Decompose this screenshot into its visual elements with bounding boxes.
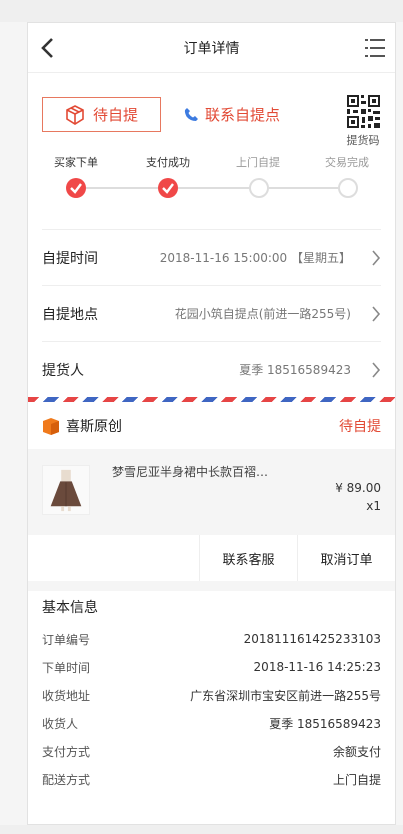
progress-step-3: 上门自提 <box>223 153 293 173</box>
check-icon <box>158 178 178 198</box>
page-bottom <box>0 825 403 834</box>
row-value: 上门自提 <box>332 772 381 787</box>
shop-name: 喜斯原创 <box>66 418 122 435</box>
row-value: 夏季 18516589423 <box>239 363 351 377</box>
top-strip <box>0 0 403 22</box>
progress-step-2: 支付成功 <box>133 153 203 173</box>
check-icon <box>66 178 86 198</box>
basic-info-title: 基本信息 <box>42 600 98 616</box>
shop-order-status: 待自提 <box>339 418 381 435</box>
order-progress: 买家下单 支付成功 上门自提 交易完成 <box>28 153 395 229</box>
order-actions: 联系客服 取消订单 <box>28 535 395 581</box>
chevron-right-icon <box>372 250 381 266</box>
pickup-time-row[interactable]: 自提时间 2018-11-16 15:00:00 【星期五】 <box>42 229 381 285</box>
contact-pickup-label: 联系自提点 <box>205 106 281 124</box>
menu-icon[interactable] <box>365 37 385 59</box>
pickup-person-row[interactable]: 提货人 夏季 18516589423 <box>42 341 381 397</box>
phone-frame: 订单详情 待自提 联系自提点 提货码 买家下单 支付成功 上门自提 交易完成 自… <box>27 22 396 825</box>
order-status-badge: 待自提 <box>42 97 161 132</box>
row-key: 提货人 <box>42 362 84 379</box>
row-key: 收货人 <box>42 716 79 731</box>
row-value: 余额支付 <box>332 744 381 759</box>
phone-icon <box>184 108 198 121</box>
cancel-order-button[interactable]: 取消订单 <box>297 535 395 581</box>
product-price: ¥ 89.00 <box>335 481 381 495</box>
payment-method-row: 支付方式 余额支付 <box>42 737 381 765</box>
row-key: 自提时间 <box>42 250 98 267</box>
nav-bar: 订单详情 <box>28 23 395 73</box>
row-value: 2018-11-16 15:00:00 【星期五】 <box>159 251 351 265</box>
row-key: 收货地址 <box>42 688 91 703</box>
row-key: 下单时间 <box>42 660 91 675</box>
row-value: 花园小筑自提点(前进一路255号) <box>174 307 351 321</box>
shop-row[interactable]: 喜斯原创 待自提 <box>28 402 395 449</box>
goods-item[interactable]: 梦雪尼亚半身裙中长款百褶… ¥ 89.00 x1 <box>28 449 395 535</box>
status-section: 待自提 联系自提点 提货码 <box>28 73 395 153</box>
step-label: 交易完成 <box>325 156 369 169</box>
row-key: 配送方式 <box>42 772 91 787</box>
row-value: 夏季 18516589423 <box>269 716 381 731</box>
row-key: 自提地点 <box>42 306 98 323</box>
product-name: 梦雪尼亚半身裙中长款百褶… <box>112 465 269 479</box>
chevron-right-icon <box>372 306 381 322</box>
qr-code-icon <box>346 95 380 128</box>
progress-step-1: 买家下单 <box>41 153 111 173</box>
progress-line-2 <box>178 187 250 189</box>
progress-step-4: 交易完成 <box>312 153 382 173</box>
row-value: 2018-11-16 14:25:23 <box>253 660 381 674</box>
page-title: 订单详情 <box>183 40 240 57</box>
receiver-row: 收货人 夏季 18516589423 <box>42 709 381 737</box>
pending-dot-icon <box>338 178 358 198</box>
section-gap <box>28 581 395 591</box>
delivery-method-row: 配送方式 上门自提 <box>42 765 381 793</box>
step-label: 买家下单 <box>54 156 98 169</box>
pending-dot-icon <box>249 178 269 198</box>
progress-line-1 <box>86 187 158 189</box>
order-status-label: 待自提 <box>92 106 138 124</box>
row-value: 广东省深圳市宝安区前进一路255号 <box>190 688 381 703</box>
pickup-code-label: 提货码 <box>346 134 380 147</box>
step-label: 支付成功 <box>146 156 190 169</box>
back-icon[interactable] <box>38 36 58 60</box>
package-icon <box>66 104 84 125</box>
shipping-address-row: 收货地址 广东省深圳市宝安区前进一路255号 <box>42 681 381 709</box>
pickup-code-button[interactable]: 提货码 <box>345 95 381 148</box>
basic-info-section: 基本信息 订单编号 201811161425233103 下单时间 2018-1… <box>28 591 395 793</box>
progress-line-3 <box>268 187 340 189</box>
row-key: 订单编号 <box>42 632 91 647</box>
order-number-row: 订单编号 201811161425233103 <box>42 625 381 653</box>
chevron-right-icon <box>372 362 381 378</box>
contact-pickup-button[interactable]: 联系自提点 <box>184 104 280 125</box>
product-thumbnail <box>42 465 90 515</box>
row-value: 201811161425233103 <box>243 632 381 646</box>
product-quantity: x1 <box>366 499 381 513</box>
step-label: 上门自提 <box>236 156 280 169</box>
shop-icon <box>43 417 59 435</box>
order-time-row: 下单时间 2018-11-16 14:25:23 <box>42 653 381 681</box>
pickup-location-row[interactable]: 自提地点 花园小筑自提点(前进一路255号) <box>42 285 381 341</box>
row-key: 支付方式 <box>42 744 91 759</box>
contact-service-button[interactable]: 联系客服 <box>199 535 297 581</box>
